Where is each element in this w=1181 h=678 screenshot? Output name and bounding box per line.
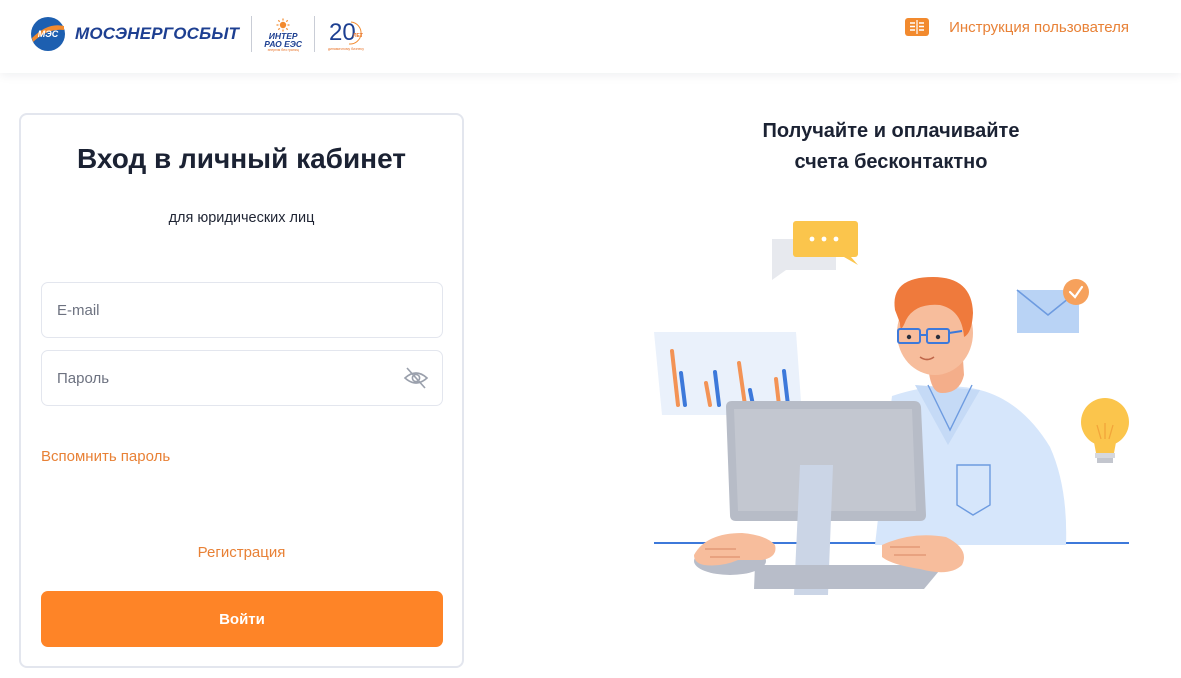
user-guide-label[interactable]: Инструкция пользователя xyxy=(949,19,1129,36)
login-title: Вход в личный кабинет xyxy=(77,143,406,174)
login-button[interactable]: Войти xyxy=(41,591,443,647)
partner-name-line2: РАО ЕЭС xyxy=(264,39,303,49)
chat-bubble-icon xyxy=(772,221,858,280)
top-header: МЭС МОСЭНЕРГОСБЫТ ИНТЕР РАО ЕЭС энергия … xyxy=(0,0,1181,73)
login-subtitle: для юридических лиц xyxy=(168,210,315,226)
logo-divider-2 xyxy=(314,16,316,52)
eye-off-icon[interactable] xyxy=(403,366,429,390)
login-card: Вход в личный кабинет для юридических ли… xyxy=(19,113,464,668)
email-field-container[interactable] xyxy=(41,282,443,338)
envelope-check-icon xyxy=(1016,279,1089,333)
password-field-container[interactable] xyxy=(41,350,443,406)
anniversary-logo: 20 ЛЕТ динамичному бизнесу xyxy=(328,19,364,51)
anniversary-label: ЛЕТ xyxy=(353,33,363,39)
email-input[interactable] xyxy=(57,301,387,319)
brand-logo[interactable]: МЭС МОСЭНЕРГОСБЫТ ИНТЕР РАО ЕЭС энергия … xyxy=(30,15,371,53)
light-bulb-icon xyxy=(1081,398,1129,463)
sun-icon xyxy=(276,18,290,32)
anniversary-number: 20 xyxy=(329,19,356,46)
partner-logo: ИНТЕР РАО ЕЭС энергия без границ xyxy=(264,16,302,52)
partner-slogan: энергия без границ xyxy=(267,48,299,52)
man-at-computer-illustration xyxy=(654,221,1129,595)
promo-title-line2: счета бесконтактно xyxy=(794,151,988,173)
mes-logo-icon: МЭС xyxy=(31,17,65,51)
promo-title: Получайте и оплачивайте счета бесконтакт… xyxy=(661,116,1121,178)
brand-name: МОСЭНЕРГОСБЫТ xyxy=(75,24,240,43)
logo-mark-text: МЭС xyxy=(38,29,59,39)
register-link[interactable]: Регистрация xyxy=(21,544,462,561)
password-input[interactable] xyxy=(57,369,387,387)
logo-divider xyxy=(251,16,253,52)
book-icon xyxy=(905,18,930,36)
promo-title-line1: Получайте и оплачивайте xyxy=(762,120,1020,142)
forgot-password-link[interactable]: Вспомнить пароль xyxy=(41,448,170,465)
anniversary-slogan: динамичному бизнесу xyxy=(328,47,364,51)
user-guide-link[interactable]: Инструкция пользователя xyxy=(905,16,1129,38)
